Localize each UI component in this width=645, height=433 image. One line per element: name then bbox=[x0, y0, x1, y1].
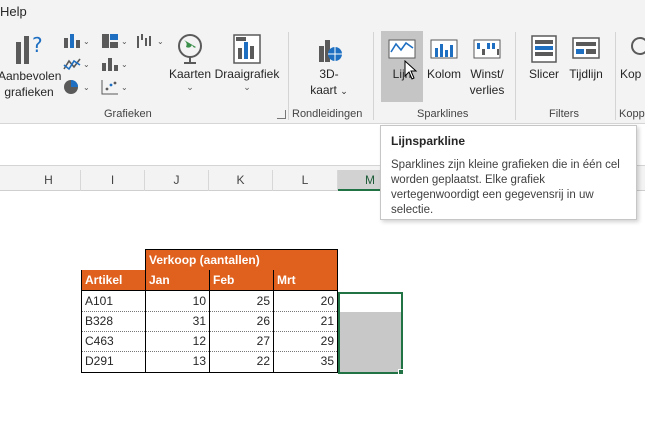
chevron-down-icon: ⌄ bbox=[121, 36, 128, 46]
group-separator bbox=[515, 32, 516, 120]
timeline-button[interactable]: Tijdlijn bbox=[566, 32, 606, 82]
line-chart-icon bbox=[63, 58, 81, 71]
column-header-i[interactable]: I bbox=[81, 170, 145, 191]
table-cell[interactable]: 29 bbox=[274, 331, 337, 351]
header-cell-jan: Jan bbox=[146, 270, 209, 290]
waterfall-chart-icon bbox=[137, 34, 151, 48]
fill-handle[interactable] bbox=[398, 369, 404, 375]
winloss-sparkline-icon bbox=[473, 39, 501, 59]
group-header-cell: Verkoop (aantallen) bbox=[146, 250, 337, 270]
column-sparkline-button[interactable]: Kolom bbox=[424, 32, 464, 82]
table-cell[interactable]: 22 bbox=[210, 351, 273, 371]
table-cell[interactable]: 25 bbox=[210, 291, 273, 311]
globe-icon bbox=[178, 34, 202, 64]
chevron-down-icon: ⌄ bbox=[186, 82, 194, 92]
table-cell[interactable]: 27 bbox=[210, 331, 273, 351]
statistic-chart-icon bbox=[102, 58, 118, 71]
waterfall-chart-button[interactable]: ⌄ bbox=[136, 32, 164, 50]
column-header-h[interactable]: H bbox=[17, 170, 81, 191]
table-cell[interactable]: 26 bbox=[210, 311, 273, 331]
header-cell-feb: Feb bbox=[210, 270, 273, 290]
link-button[interactable]: Kop bbox=[620, 32, 645, 82]
group-label-filters: Filters bbox=[549, 108, 579, 120]
chevron-down-icon: ⌄ bbox=[157, 36, 164, 46]
table-cell[interactable]: D291 bbox=[82, 351, 145, 371]
column-sparkline-icon bbox=[430, 39, 458, 59]
recommended-charts-icon: ? bbox=[16, 33, 43, 64]
svg-text:?: ? bbox=[32, 33, 43, 57]
mouse-cursor-icon bbox=[404, 60, 418, 80]
table-cell[interactable]: 12 bbox=[146, 331, 209, 351]
group-label-sparklines: Sparklines bbox=[417, 108, 469, 120]
chevron-down-icon: ⌄ bbox=[83, 59, 90, 69]
header-cell-artikel: Artikel bbox=[82, 270, 145, 290]
maps-button[interactable]: Kaarten ⌄ bbox=[166, 32, 214, 92]
3d-map-icon bbox=[319, 40, 342, 62]
chevron-down-icon: ⌄ bbox=[121, 82, 128, 92]
group-label-rondleidingen: Rondleidingen bbox=[292, 108, 363, 120]
winloss-sparkline-button[interactable]: Winst/ verlies bbox=[466, 32, 508, 98]
hierarchy-chart-button[interactable]: ⌄ bbox=[100, 32, 128, 50]
table-cell[interactable]: B328 bbox=[82, 311, 145, 331]
timeline-icon bbox=[572, 37, 600, 59]
group-label-grafieken: Grafieken bbox=[104, 108, 152, 120]
statistic-chart-button[interactable]: ⌄ bbox=[100, 55, 128, 73]
recommended-charts-button[interactable]: ? Aanbevolen grafieken bbox=[0, 32, 61, 100]
chevron-down-icon: ⌄ bbox=[243, 82, 251, 92]
ribbon: Help ? Aanbevolen grafieken ⌄ ⌄ ⌄ ⌄ ⌄ ⌄ … bbox=[0, 0, 645, 124]
group-separator bbox=[615, 32, 616, 120]
link-icon bbox=[631, 37, 645, 55]
table-cell[interactable]: 31 bbox=[146, 311, 209, 331]
column-chart-icon bbox=[64, 34, 80, 48]
dialog-launcher-icon[interactable] bbox=[277, 110, 286, 119]
scatter-chart-icon bbox=[101, 80, 118, 95]
chevron-down-icon: ⌄ bbox=[83, 82, 90, 92]
column-header-l[interactable]: L bbox=[273, 170, 338, 191]
3d-map-button[interactable]: 3D- kaart ⌄ bbox=[306, 32, 352, 99]
column-header-j[interactable]: J bbox=[145, 170, 209, 191]
chevron-down-icon: ⌄ bbox=[121, 59, 128, 69]
tooltip-title: Lijnsparkline bbox=[391, 134, 466, 148]
table-body: A101 10 25 20 B328 31 26 21 C463 12 27 2… bbox=[81, 291, 338, 373]
scatter-chart-button[interactable]: ⌄ bbox=[100, 78, 128, 96]
menu-help[interactable]: Help bbox=[0, 4, 27, 19]
table-group-header[interactable]: Verkoop (aantallen) bbox=[145, 249, 338, 270]
table-cell[interactable]: 21 bbox=[274, 311, 337, 331]
group-separator bbox=[288, 32, 289, 120]
column-chart-button[interactable]: ⌄ bbox=[62, 32, 90, 50]
table-header-row[interactable]: Artikel Jan Feb Mrt bbox=[81, 270, 338, 291]
tooltip: Lijnsparkline Sparklines zijn kleine gra… bbox=[380, 125, 637, 220]
table-cell[interactable]: A101 bbox=[82, 291, 145, 311]
chevron-down-icon: ⌄ bbox=[83, 36, 90, 46]
table-cell[interactable]: 10 bbox=[146, 291, 209, 311]
pivot-chart-icon bbox=[233, 34, 261, 64]
table-cell[interactable]: 13 bbox=[146, 351, 209, 371]
pivot-chart-button[interactable]: Draaigrafiek ⌄ bbox=[214, 32, 280, 92]
hierarchy-chart-icon bbox=[102, 34, 118, 48]
header-cell-mrt: Mrt bbox=[274, 270, 337, 290]
table-cell[interactable]: C463 bbox=[82, 331, 145, 351]
slicer-icon bbox=[531, 35, 557, 63]
slicer-button[interactable]: Slicer bbox=[524, 32, 564, 82]
chevron-down-icon: ⌄ bbox=[340, 86, 348, 96]
table-cell[interactable]: 35 bbox=[274, 351, 337, 371]
tooltip-body: Sparklines zijn kleine grafieken die in … bbox=[391, 159, 620, 216]
group-label-kopp: Kopp bbox=[619, 108, 645, 120]
table-cell[interactable]: 20 bbox=[274, 291, 337, 311]
column-header-k[interactable]: K bbox=[209, 170, 273, 191]
selection-range[interactable] bbox=[338, 292, 403, 374]
worksheet-grid[interactable]: Verkoop (aantallen) Artikel Jan Feb Mrt … bbox=[0, 191, 645, 433]
pie-chart-icon bbox=[64, 80, 78, 94]
line-chart-button[interactable]: ⌄ bbox=[62, 55, 90, 73]
group-separator bbox=[373, 32, 374, 120]
pie-chart-button[interactable]: ⌄ bbox=[62, 78, 90, 96]
